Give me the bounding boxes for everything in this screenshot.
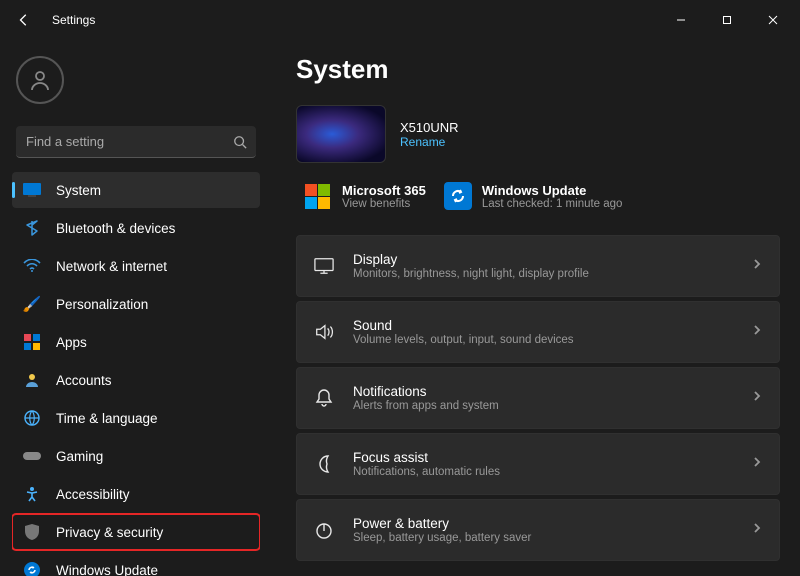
nav-label: Accounts — [56, 373, 112, 388]
display-icon — [313, 255, 335, 277]
chevron-right-icon — [751, 257, 763, 275]
apps-icon — [22, 332, 42, 352]
nav-label: System — [56, 183, 101, 198]
nav-label: Accessibility — [56, 487, 130, 502]
search-box[interactable] — [16, 126, 256, 158]
chevron-right-icon — [751, 455, 763, 473]
item-subtitle: Notifications, automatic rules — [353, 466, 751, 478]
nav-label: Bluetooth & devices — [56, 221, 175, 236]
sidebar-item-system[interactable]: System — [12, 172, 260, 208]
card-subtitle: View benefits — [342, 198, 426, 210]
main-panel: System X510UNR Rename Microsoft 365 View… — [272, 40, 800, 576]
nav-label: Network & internet — [56, 259, 167, 274]
sidebar-item-personalization[interactable]: 🖌️ Personalization — [12, 286, 260, 322]
sidebar-item-bluetooth[interactable]: Bluetooth & devices — [12, 210, 260, 246]
microsoft-365-card[interactable]: Microsoft 365 View benefits — [296, 179, 432, 213]
device-thumbnail — [296, 105, 386, 163]
search-input[interactable] — [16, 134, 224, 149]
system-icon — [22, 180, 42, 200]
nav-label: Gaming — [56, 449, 103, 464]
nav-label: Personalization — [56, 297, 148, 312]
chevron-right-icon — [751, 323, 763, 341]
search-icon — [224, 135, 256, 149]
moon-icon — [313, 453, 335, 475]
windows-update-card[interactable]: Windows Update Last checked: 1 minute ag… — [438, 179, 629, 213]
update-icon — [22, 560, 42, 576]
item-title: Focus assist — [353, 450, 751, 465]
item-title: Power & battery — [353, 516, 751, 531]
back-button[interactable] — [4, 0, 44, 40]
item-title: Sound — [353, 318, 751, 333]
minimize-button[interactable] — [658, 4, 704, 36]
title-bar: Settings — [0, 0, 800, 40]
item-subtitle: Sleep, battery usage, battery saver — [353, 532, 751, 544]
nav-label: Apps — [56, 335, 87, 350]
item-subtitle: Volume levels, output, input, sound devi… — [353, 334, 751, 346]
sidebar-item-apps[interactable]: Apps — [12, 324, 260, 360]
nav-list: System Bluetooth & devices Network & int… — [12, 172, 260, 576]
sound-icon — [313, 321, 335, 343]
brush-icon: 🖌️ — [22, 294, 42, 314]
microsoft-logo-icon — [302, 181, 332, 211]
wifi-icon — [22, 256, 42, 276]
item-subtitle: Monitors, brightness, night light, displ… — [353, 268, 751, 280]
bell-icon — [313, 387, 335, 409]
user-account-row[interactable] — [16, 56, 260, 104]
item-subtitle: Alerts from apps and system — [353, 400, 751, 412]
sidebar-item-accounts[interactable]: Accounts — [12, 362, 260, 398]
window-title: Settings — [52, 13, 95, 27]
person-icon — [22, 370, 42, 390]
list-item-focus-assist[interactable]: Focus assistNotifications, automatic rul… — [296, 433, 780, 495]
accessibility-icon — [22, 484, 42, 504]
maximize-button[interactable] — [704, 4, 750, 36]
list-item-sound[interactable]: SoundVolume levels, output, input, sound… — [296, 301, 780, 363]
nav-label: Time & language — [56, 411, 158, 426]
sidebar-item-windows-update[interactable]: Windows Update — [12, 552, 260, 576]
card-title: Microsoft 365 — [342, 183, 426, 198]
bluetooth-icon — [22, 218, 42, 238]
list-item-display[interactable]: DisplayMonitors, brightness, night light… — [296, 235, 780, 297]
rename-link[interactable]: Rename — [400, 135, 459, 149]
list-item-power-battery[interactable]: Power & batterySleep, battery usage, bat… — [296, 499, 780, 561]
chevron-right-icon — [751, 389, 763, 407]
sidebar-item-accessibility[interactable]: Accessibility — [12, 476, 260, 512]
avatar — [16, 56, 64, 104]
globe-icon — [22, 408, 42, 428]
sidebar-item-network[interactable]: Network & internet — [12, 248, 260, 284]
item-title: Display — [353, 252, 751, 267]
close-button[interactable] — [750, 4, 796, 36]
device-info-row: X510UNR Rename — [296, 105, 780, 163]
window-controls — [658, 4, 796, 36]
sync-icon — [444, 182, 472, 210]
sidebar-item-privacy-security[interactable]: Privacy & security — [12, 514, 260, 550]
page-title: System — [296, 54, 780, 85]
sidebar-item-gaming[interactable]: Gaming — [12, 438, 260, 474]
power-icon — [313, 519, 335, 541]
settings-list: DisplayMonitors, brightness, night light… — [296, 235, 780, 561]
device-name: X510UNR — [400, 120, 459, 135]
list-item-notifications[interactable]: NotificationsAlerts from apps and system — [296, 367, 780, 429]
nav-label: Windows Update — [56, 563, 158, 576]
nav-label: Privacy & security — [56, 525, 163, 540]
sidebar: System Bluetooth & devices Network & int… — [0, 40, 272, 576]
shield-icon — [22, 522, 42, 542]
sidebar-item-time-language[interactable]: Time & language — [12, 400, 260, 436]
card-title: Windows Update — [482, 183, 623, 198]
card-subtitle: Last checked: 1 minute ago — [482, 198, 623, 210]
item-title: Notifications — [353, 384, 751, 399]
gamepad-icon — [22, 446, 42, 466]
chevron-right-icon — [751, 521, 763, 539]
